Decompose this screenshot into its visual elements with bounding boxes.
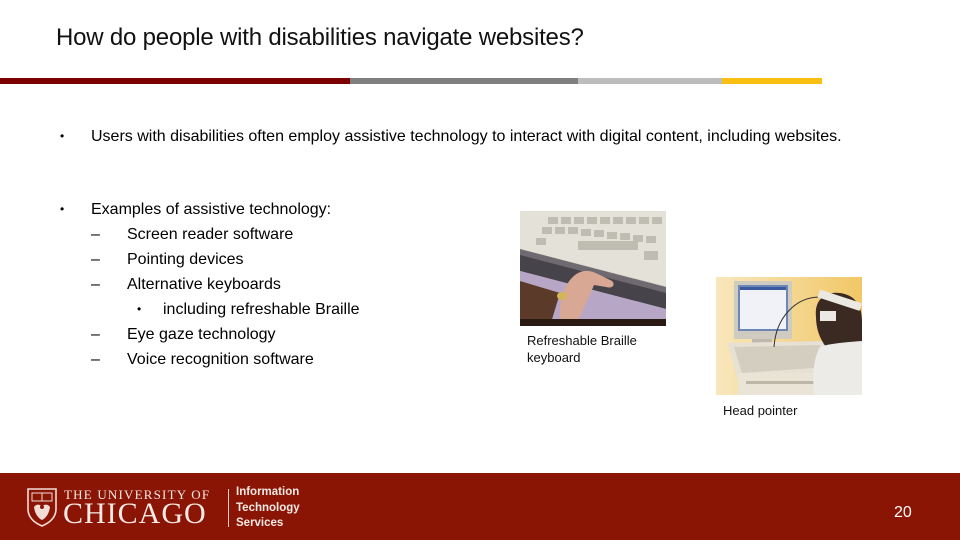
- accent-bar-gray: [350, 78, 578, 84]
- department-line3: Services: [236, 517, 284, 529]
- department-line1: Information: [236, 486, 300, 498]
- bullet-text: Examples of assistive technology:: [91, 201, 332, 218]
- bullet-marker: •: [60, 129, 65, 143]
- logo-divider: [228, 489, 229, 527]
- accent-bar: [0, 78, 822, 84]
- footer-bar: THE UNIVERSITY OF CHICAGO Information Te…: [0, 473, 960, 540]
- head-pointer-photo: [716, 277, 862, 395]
- braille-caption: Refreshable Braille keyboard: [527, 332, 637, 366]
- head-pointer-caption: Head pointer: [723, 403, 798, 418]
- sub-item-text: Alternative keyboards: [127, 276, 281, 293]
- department-name: Information Technology Services: [236, 485, 300, 532]
- sub-item-text: Voice recognition software: [127, 351, 314, 368]
- dash-marker: –: [91, 351, 100, 368]
- university-name-line2: CHICAGO: [63, 497, 207, 530]
- sub-item-text: Screen reader software: [127, 226, 294, 243]
- sub-item-text: Eye gaze technology: [127, 326, 276, 343]
- accent-bar-gold: [722, 78, 822, 84]
- accent-bar-maroon: [0, 78, 350, 84]
- dash-marker: –: [91, 251, 100, 268]
- bullet-text: Users with disabilities often employ ass…: [91, 128, 842, 145]
- sub-item-text: Pointing devices: [127, 251, 244, 268]
- refreshable-braille-keyboard-photo: [520, 211, 666, 326]
- bullet-marker: •: [60, 202, 65, 216]
- braille-caption-line1: Refreshable Braille: [527, 333, 637, 348]
- bullet-marker: •: [137, 302, 142, 316]
- accent-bar-light-gray: [578, 78, 722, 84]
- dash-marker: –: [91, 226, 100, 243]
- dash-marker: –: [91, 326, 100, 343]
- university-crest-icon: [26, 487, 58, 527]
- department-line2: Technology: [236, 501, 300, 514]
- slide-title: How do people with disabilities navigate…: [56, 24, 584, 51]
- braille-caption-line2: keyboard: [527, 350, 581, 365]
- sub-sub-item-text: including refreshable Braille: [163, 301, 360, 318]
- page-number: 20: [894, 504, 912, 521]
- dash-marker: –: [91, 276, 100, 293]
